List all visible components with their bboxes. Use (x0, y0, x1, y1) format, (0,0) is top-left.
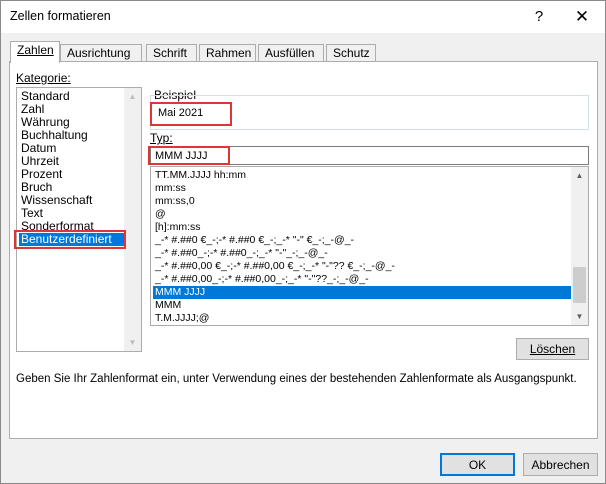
window-title: Zellen formatieren (10, 9, 111, 23)
type-item[interactable]: _-* #.##0,00_-;-* #.##0,00_-;_-* "-"??_-… (153, 273, 369, 286)
title-bar: Zellen formatieren ? ✕ (1, 1, 605, 33)
tab-label: Zahlen (17, 43, 54, 57)
type-label-text: Typ: (150, 131, 173, 145)
type-input[interactable] (151, 147, 588, 164)
tab-zahlen[interactable]: Zahlen (10, 41, 60, 63)
scroll-thumb[interactable] (573, 267, 586, 303)
scroll-up-arrow-icon[interactable]: ▲ (124, 88, 141, 105)
type-item[interactable]: _-* #.##0,00 €_-;-* #.##0,00 €_-;_-* "-"… (153, 260, 395, 273)
tab-ausfuellen[interactable]: Ausfüllen (258, 44, 324, 62)
format-description: Geben Sie Ihr Zahlenformat ein, unter Ve… (16, 373, 577, 385)
scroll-down-arrow-icon[interactable]: ▼ (571, 308, 588, 325)
type-input-field[interactable] (150, 146, 589, 165)
type-format-list[interactable]: TT.MM.JJJJ hh:mm mm:ss mm:ss,0 @ [h]:mm:… (150, 166, 589, 326)
tab-schutz[interactable]: Schutz (326, 44, 376, 62)
delete-button-label: Löschen (529, 342, 576, 356)
type-item[interactable]: [h]:mm:ss (153, 221, 201, 234)
category-scrollbar[interactable]: ▲ ▼ (124, 88, 141, 351)
type-item[interactable]: TT.MM.JJJJ hh:mm (153, 169, 246, 182)
tab-rahmen[interactable]: Rahmen (199, 44, 256, 62)
type-item[interactable]: MMM (153, 299, 181, 312)
type-label: Typ: (150, 131, 173, 145)
type-item[interactable]: mm:ss (153, 182, 186, 195)
scroll-up-arrow-icon[interactable]: ▲ (571, 167, 588, 184)
format-cells-dialog: Zellen formatieren ? ✕ Zahlen Ausrichtun… (0, 0, 606, 484)
delete-button[interactable]: Löschen (516, 338, 589, 360)
type-item[interactable]: _-* #.##0 €_-;-* #.##0 €_-;_-* "-" €_-;_… (153, 234, 354, 247)
tab-panel-zahlen: Kategorie: Standard Zahl Währung Buchhal… (9, 61, 598, 439)
sample-value: Mai 2021 (158, 107, 204, 119)
sample-group (150, 95, 589, 130)
tab-schrift[interactable]: Schrift (146, 44, 197, 62)
type-item[interactable]: _-* #.##0_-;-* #.##0_-;_-* "-"_-;_-@_- (153, 247, 328, 260)
type-item[interactable]: @ (153, 208, 166, 221)
close-icon[interactable]: ✕ (560, 1, 604, 32)
type-item[interactable]: T.M.JJJJ;@ (153, 312, 209, 325)
type-item-selected[interactable]: MMM JJJJ (153, 286, 571, 299)
category-label: Kategorie: (16, 71, 71, 85)
category-list[interactable]: Standard Zahl Währung Buchhaltung Datum … (16, 87, 142, 352)
type-item[interactable]: mm:ss,0 (153, 195, 195, 208)
category-item-benutzerdefiniert[interactable]: Benutzerdefiniert (19, 233, 124, 246)
help-icon[interactable]: ? (517, 1, 561, 32)
scroll-down-arrow-icon[interactable]: ▼ (124, 334, 141, 351)
tab-ausrichtung[interactable]: Ausrichtung (60, 44, 142, 62)
type-list-scrollbar[interactable]: ▲ ▼ (571, 167, 588, 325)
ok-button[interactable]: OK (440, 453, 515, 476)
cancel-button[interactable]: Abbrechen (523, 453, 598, 476)
category-label-text: Kategorie: (16, 71, 71, 85)
